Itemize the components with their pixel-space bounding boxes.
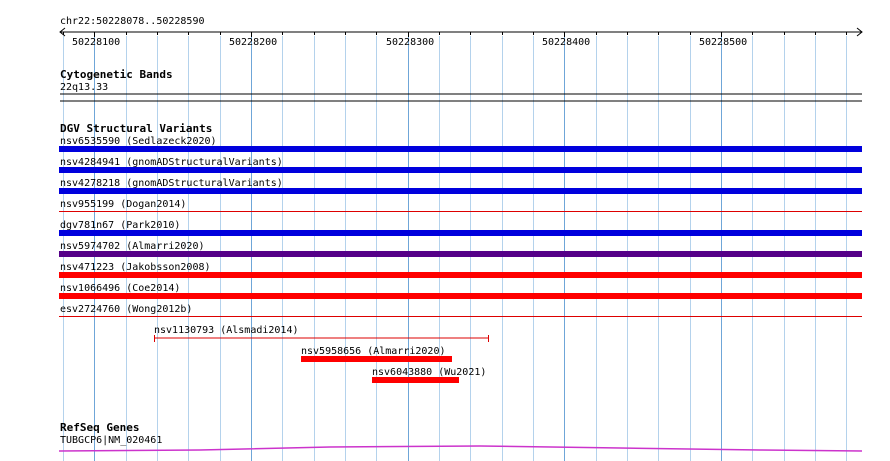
track-title: Cytogenetic Bands [60, 68, 173, 81]
feature-row: nsv955199 (Dogan2014) [59, 199, 862, 212]
dgv-track: DGV Structural Variants nsv6535590 (Sedl… [59, 122, 862, 383]
sv-feature-bar[interactable] [59, 146, 862, 152]
feature-label: dgv781n67 (Park2010) [60, 220, 180, 231]
feature-row: nsv6535590 (Sedlazeck2020) [59, 136, 862, 152]
track-title: RefSeq Genes [60, 421, 139, 434]
ruler-tick-label: 50228100 [72, 37, 120, 48]
gene-intron-line[interactable] [58, 445, 863, 452]
gene-label: TUBGCP6|NM_020461 [60, 435, 162, 446]
cytoband-label: 22q13.33 [60, 82, 108, 93]
ruler-track: chr22:50228078..50228590 50228100 502282… [59, 16, 863, 48]
sv-feature-bar[interactable] [59, 251, 862, 257]
feature-label: nsv1066496 (Coe2014) [60, 283, 180, 294]
sv-feature-bar[interactable] [372, 377, 459, 383]
feature-label: nsv5958656 (Almarri2020) [301, 346, 446, 357]
feature-label: nsv6535590 (Sedlazeck2020) [60, 136, 217, 147]
feature-row: esv2724760 (Wong2012b) [59, 304, 862, 317]
ruler-tick-label: 50228200 [229, 37, 277, 48]
sv-feature-bar[interactable] [59, 188, 862, 194]
sv-feature-line[interactable] [154, 335, 489, 342]
sv-feature-bar[interactable] [301, 356, 452, 362]
ruler-tick-label: 50228500 [699, 37, 747, 48]
sv-feature-line[interactable] [59, 211, 862, 212]
cytoband-track: Cytogenetic Bands 22q13.33 [60, 68, 862, 102]
sv-feature-bar[interactable] [59, 272, 862, 278]
location-label: chr22:50228078..50228590 [60, 16, 205, 27]
refseq-track: RefSeq Genes TUBGCP6|NM_020461 [58, 421, 863, 452]
feature-row: nsv5974702 (Almarri2020) [59, 241, 862, 257]
feature-label: nsv4284941 (gnomADStructuralVariants) [60, 157, 283, 168]
ruler-tick-label: 50228300 [386, 37, 434, 48]
feature-label: nsv1130793 (Alsmadi2014) [154, 325, 299, 336]
sv-feature-bar[interactable] [59, 230, 862, 236]
ruler-tick-label: 50228400 [542, 37, 590, 48]
sv-feature-bar[interactable] [59, 293, 862, 299]
feature-row: nsv471223 (Jakobsson2008) [59, 262, 862, 278]
feature-label: nsv4278218 (gnomADStructuralVariants) [60, 178, 283, 189]
track-title: DGV Structural Variants [60, 122, 212, 135]
feature-label: nsv5974702 (Almarri2020) [60, 241, 205, 252]
feature-row: nsv5958656 (Almarri2020) [301, 346, 452, 362]
feature-row: nsv4278218 (gnomADStructuralVariants) [59, 178, 862, 194]
feature-label: esv2724760 (Wong2012b) [60, 304, 192, 315]
sv-feature-bar[interactable] [59, 167, 862, 173]
feature-label: nsv471223 (Jakobsson2008) [60, 262, 211, 273]
feature-label: nsv6043880 (Wu2021) [372, 367, 486, 378]
feature-row: nsv1066496 (Coe2014) [59, 283, 862, 299]
feature-row: nsv6043880 (Wu2021) [372, 367, 486, 383]
feature-row: nsv4284941 (gnomADStructuralVariants) [59, 157, 862, 173]
feature-row: dgv781n67 (Park2010) [59, 220, 862, 236]
feature-label: nsv955199 (Dogan2014) [60, 199, 186, 210]
genome-browser-view: chr22:50228078..50228590 50228100 502282… [58, 16, 863, 461]
feature-row: nsv1130793 (Alsmadi2014) [154, 325, 489, 342]
sv-feature-line[interactable] [59, 316, 862, 317]
